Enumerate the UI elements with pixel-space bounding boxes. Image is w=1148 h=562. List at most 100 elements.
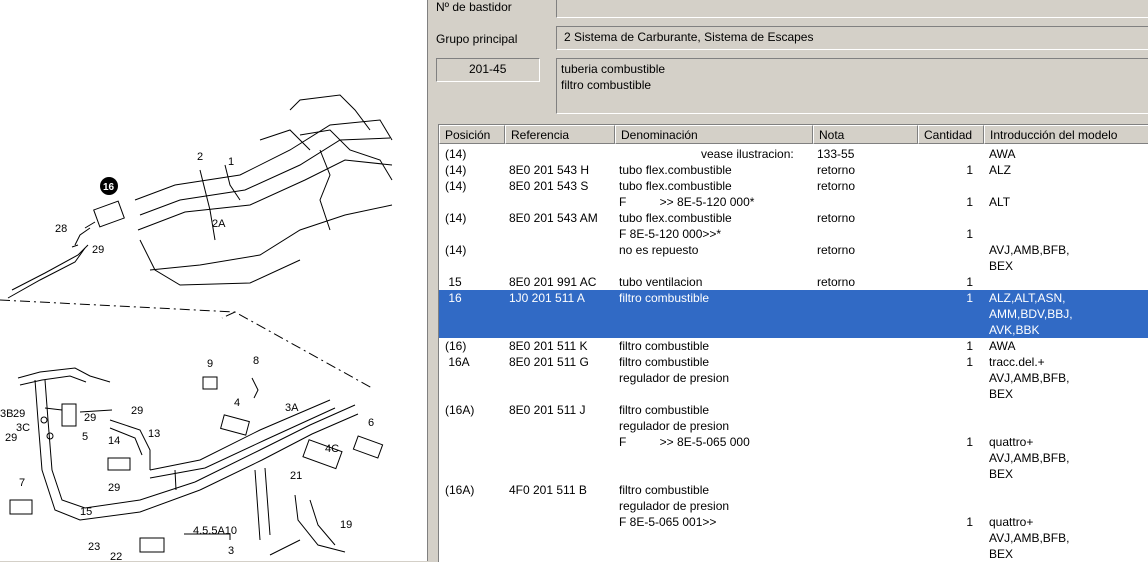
cell-introduccion: quattro+ [989, 435, 1034, 449]
svg-text:14: 14 [108, 435, 120, 447]
cell-denominacion: tubo ventilacion [619, 275, 703, 289]
subgroup-desc-field[interactable]: tuberia combustible filtro combustible [556, 58, 1148, 114]
cell-nota: retorno [817, 275, 856, 289]
cell-denominacion: filtro combustible [619, 291, 710, 305]
table-row[interactable]: (16A) 8E0 201 511 J filtro combustible regu… [439, 402, 1148, 482]
svg-text:8: 8 [253, 355, 259, 367]
chassis-label: Nº de bastidor [436, 0, 512, 14]
cell-referencia: 8E0 201 511 K [509, 339, 588, 353]
cell-posicion: (16A) [445, 403, 475, 417]
chassis-field[interactable] [556, 0, 1148, 18]
cell-cantidad: 1 [966, 435, 973, 449]
cell-denominacion: tubo flex.combustible [619, 179, 732, 193]
cell-introduccion: AVJ,AMB,BFB, [989, 451, 1070, 465]
column-header-cantidad[interactable]: Cantidad [918, 125, 984, 144]
cell-cantidad: 1 [966, 515, 973, 529]
cell-introduccion: AVJ,AMB,BFB, [989, 243, 1070, 257]
svg-text:4C: 4C [325, 443, 339, 455]
svg-text:2: 2 [197, 151, 203, 163]
cell-posicion: (14) [445, 163, 467, 177]
cell-cantidad: 1 [966, 195, 973, 209]
cell-cantidad: 1 [966, 339, 973, 353]
cell-introduccion: ALT [989, 195, 1011, 209]
cell-referencia: 8E0 201 511 G [509, 355, 589, 369]
table-row[interactable]: (14) 8E0 201 543 AM tubo flex.combustible F… [439, 210, 1148, 242]
table-row[interactable]: (16A) 4F0 201 511 B filtro combustible regu… [439, 482, 1148, 562]
parts-diagram[interactable]: 16 2 1 2A 28 29 9 8 4 3A 6 4C 3B 29 3C 2… [0, 0, 427, 561]
table-row[interactable]: 16A 8E0 201 511 G filtro combustible regula… [439, 354, 1148, 402]
cell-introduccion: AVK,BBK [989, 323, 1040, 337]
cell-referencia: 8E0 201 543 H [509, 163, 590, 177]
cell-introduccion: BEX [989, 467, 1014, 481]
subgroup-desc-line-2: filtro combustible [561, 78, 652, 92]
cell-denominacion: F 8E-5-120 000>>* [619, 227, 722, 241]
svg-text:3C: 3C [16, 422, 30, 434]
cell-posicion: (14) [445, 211, 467, 225]
subgroup-code-field[interactable]: 201-45 [436, 58, 540, 82]
table-row[interactable]: (14) no es repuesto retorno AVJ,AMB,BFB, BEX [439, 242, 1148, 274]
cell-cantidad: 1 [966, 163, 973, 177]
column-header-denominacion[interactable]: Denominación [615, 125, 813, 144]
column-header-posicion[interactable]: Posición [439, 125, 505, 144]
column-header-referencia[interactable]: Referencia [505, 125, 615, 144]
cell-introduccion: AWA [989, 147, 1016, 161]
svg-text:19: 19 [340, 519, 352, 531]
cell-denominacion: filtro combustible [619, 483, 710, 497]
table-row[interactable]: (14) vease ilustracion: 133-55 AWA [439, 146, 1148, 162]
cell-referencia: 1J0 201 511 A [509, 291, 585, 305]
cell-posicion: 16A [445, 355, 470, 369]
table-row[interactable]: (16) 8E0 201 511 K filtro combustible 1 AWA [439, 338, 1148, 354]
cell-denominacion: F 8E-5-065 001>> [619, 515, 717, 529]
diagram-callouts: 2 1 2A 28 29 9 8 4 3A 6 4C 3B 29 3C 29 2… [0, 151, 374, 561]
cell-introduccion: ALZ,ALT,ASN, [989, 291, 1066, 305]
svg-text:22: 22 [110, 551, 122, 561]
group-field[interactable]: 2 Sistema de Carburante, Sistema de Esca… [556, 26, 1148, 50]
table-row[interactable]: 16 1J0 201 511 A filtro combustible 1 ALZ,AL… [439, 290, 1148, 338]
cell-posicion: (16) [445, 339, 467, 353]
svg-text:9: 9 [207, 358, 213, 370]
svg-text:29: 29 [84, 412, 96, 424]
diagram-drawing: 16 2 1 2A 28 29 9 8 4 3A 6 4C 3B 29 3C 2… [0, 94, 393, 561]
cell-nota: retorno [817, 211, 856, 225]
cell-denominacion: vease ilustracion: [701, 147, 794, 161]
cell-denominacion: tubo flex.combustible [619, 211, 732, 225]
table-row[interactable]: 15 8E0 201 991 AC tubo ventilacion retorno 1 [439, 274, 1148, 290]
cell-posicion: 16 [445, 291, 462, 305]
cell-introduccion: BEX [989, 547, 1014, 561]
group-label: Grupo principal [436, 32, 518, 46]
svg-text:28: 28 [55, 223, 67, 235]
cell-denominacion: F >> 8E-5-065 000 [619, 435, 750, 449]
svg-text:3A: 3A [285, 402, 299, 414]
cell-introduccion: ALZ [989, 163, 1012, 177]
svg-text:4: 4 [234, 397, 240, 409]
svg-text:23: 23 [88, 541, 100, 553]
svg-text:6: 6 [368, 417, 374, 429]
cell-denominacion: regulador de presion [619, 499, 730, 513]
cell-introduccion: tracc.del.+ [989, 355, 1045, 369]
cell-cantidad: 1 [966, 227, 973, 241]
cell-nota: retorno [817, 179, 856, 193]
parts-table[interactable]: Posición Referencia Denominación Nota Ca… [438, 124, 1148, 562]
subgroup-desc-line-1: tuberia combustible [561, 62, 666, 76]
column-header-introduccion[interactable]: Introducción del modelo [984, 125, 1148, 144]
cell-denominacion: F >> 8E-5-120 000* [619, 195, 755, 209]
table-row[interactable]: (14) 8E0 201 543 H tubo flex.combustible re… [439, 162, 1148, 178]
cell-referencia: 4F0 201 511 B [509, 483, 587, 497]
svg-text:4.5.5A10: 4.5.5A10 [193, 525, 237, 537]
cell-cantidad: 1 [966, 355, 973, 369]
svg-text:13: 13 [148, 428, 160, 440]
svg-text:3: 3 [228, 545, 234, 557]
cell-posicion: (14) [445, 147, 467, 161]
svg-text:3B: 3B [0, 408, 13, 420]
cell-denominacion: filtro combustible [619, 339, 710, 353]
svg-text:21: 21 [290, 470, 302, 482]
cell-introduccion: quattro+ [989, 515, 1034, 529]
parts-panel: Nº de bastidor Grupo principal 2 Sistema… [430, 0, 1148, 562]
svg-text:29: 29 [108, 482, 120, 494]
cell-introduccion: BEX [989, 387, 1014, 401]
table-row[interactable]: (14) 8E0 201 543 S tubo flex.combustible F … [439, 178, 1148, 210]
cell-introduccion: AVJ,AMB,BFB, [989, 531, 1070, 545]
cell-nota: retorno [817, 163, 856, 177]
column-header-nota[interactable]: Nota [813, 125, 918, 144]
svg-text:29: 29 [5, 432, 17, 444]
